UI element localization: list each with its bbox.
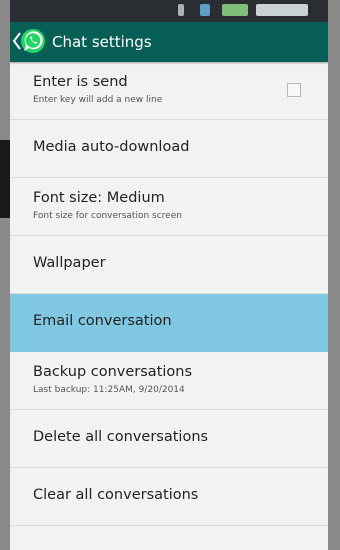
setting-wallpaper[interactable]: Wallpaper (10, 236, 328, 294)
wifi-icon (200, 4, 210, 16)
background-dark-strip (0, 140, 10, 218)
background-left (0, 0, 10, 550)
setting-title: Font size: Medium (33, 190, 165, 206)
setting-subtitle: Last backup: 11:25AM, 9/20/2014 (33, 385, 185, 395)
setting-subtitle: Enter key will add a new line (33, 95, 163, 105)
setting-clear-all-conversations[interactable]: Clear all conversations (10, 468, 328, 526)
setting-title: Enter is send (33, 74, 128, 90)
setting-backup-conversations[interactable]: Backup conversations Last backup: 11:25A… (10, 352, 328, 410)
setting-title: Media auto-download (33, 139, 190, 155)
status-clock (256, 4, 308, 16)
setting-media-auto-download[interactable]: Media auto-download (10, 120, 328, 178)
setting-title: Email conversation (33, 313, 172, 329)
enter-is-send-checkbox[interactable] (287, 83, 301, 97)
setting-font-size[interactable]: Font size: Medium Font size for conversa… (10, 178, 328, 236)
app-bar: Chat settings (10, 22, 328, 62)
setting-subtitle: Font size for conversation screen (33, 211, 182, 221)
setting-delete-all-conversations[interactable]: Delete all conversations (10, 410, 328, 468)
whatsapp-logo-icon[interactable] (20, 28, 46, 54)
setting-title: Backup conversations (33, 364, 193, 380)
status-bar (10, 0, 328, 22)
signal-battery-icon (222, 4, 248, 16)
setting-enter-is-send[interactable]: Enter is send Enter key will add a new l… (10, 62, 328, 120)
status-notification-icon (178, 4, 184, 16)
setting-title: Clear all conversations (33, 487, 199, 503)
background-right (328, 0, 340, 550)
page-title: Chat settings (52, 33, 152, 51)
settings-list: Enter is send Enter key will add a new l… (10, 62, 328, 526)
setting-title: Wallpaper (33, 255, 106, 271)
phone-screen: Chat settings Enter is send Enter key wi… (10, 0, 328, 550)
setting-title: Delete all conversations (33, 429, 209, 445)
setting-email-conversation[interactable]: Email conversation (10, 294, 328, 352)
